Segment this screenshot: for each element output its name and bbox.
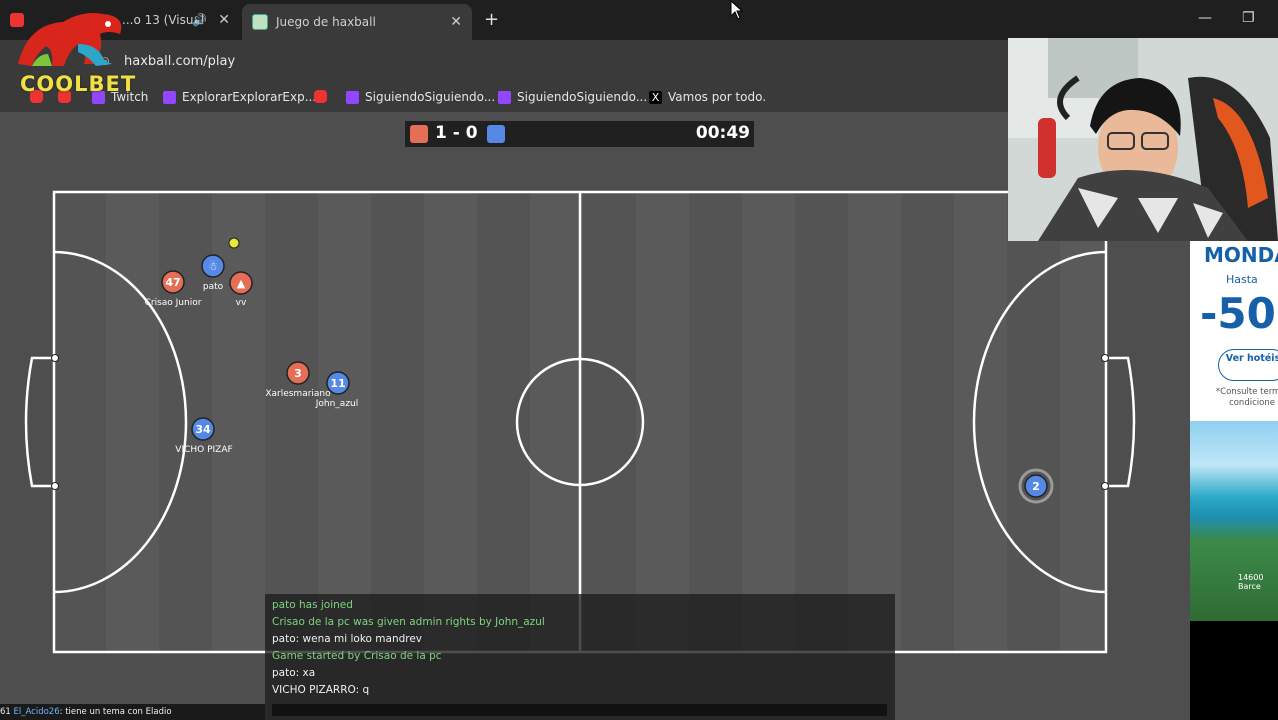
restore-button[interactable]: ❐ bbox=[1242, 10, 1255, 26]
beach-photo bbox=[1190, 421, 1278, 621]
goal-post bbox=[51, 354, 59, 362]
ver-hoteis-button[interactable]: Ver hotéis bbox=[1218, 349, 1278, 381]
chat-message: Crisao de la pc was given admin rights b… bbox=[272, 616, 545, 628]
player-number: 2 bbox=[1032, 480, 1040, 493]
red-team-swatch bbox=[410, 125, 428, 143]
scoreboard: 1 - 0 00:49 bbox=[405, 121, 754, 147]
player-name: Crisao Junior bbox=[145, 298, 202, 308]
player-name: Xarlesmariano bbox=[265, 389, 331, 399]
hotel-advertisement[interactable]: MONDA Hasta -50 Ver hotéis *Consulte ter… bbox=[1190, 241, 1278, 621]
match-timer: 00:49 bbox=[695, 123, 750, 143]
blue-team-swatch bbox=[487, 125, 505, 143]
player-number: 47 bbox=[165, 276, 180, 289]
goal-post bbox=[1101, 354, 1109, 362]
chat-input[interactable] bbox=[272, 704, 887, 716]
ad-city: 14600 Barce bbox=[1238, 573, 1264, 591]
chat-panel: pato has joined Crisao de la pc was give… bbox=[265, 594, 895, 720]
webcam-feed bbox=[1008, 38, 1278, 241]
black-region bbox=[1190, 621, 1278, 720]
chat-message: Game started by Crisao de la pc bbox=[272, 650, 442, 662]
player-blue-2: 2 bbox=[1018, 468, 1054, 504]
score: 1 - 0 bbox=[435, 123, 478, 143]
player-name: John_azul bbox=[315, 399, 359, 409]
ticker-user: El_Acido26 bbox=[13, 707, 60, 717]
ticker-text: : tiene un tema con Eladio bbox=[59, 707, 172, 717]
player-number: 11 bbox=[330, 377, 345, 390]
chat-message: pato: wena mi loko mandrev bbox=[272, 633, 423, 645]
minimize-button[interactable]: — bbox=[1198, 10, 1212, 26]
chat-message: pato: xa bbox=[272, 667, 316, 679]
player-name: pato bbox=[203, 282, 224, 292]
chat-message: pato has joined bbox=[272, 599, 353, 611]
player-number: 34 bbox=[195, 423, 211, 436]
player-blue-pato: ☃ pato bbox=[201, 254, 225, 292]
emoji-avatar-icon: ☃ bbox=[208, 260, 218, 273]
ad-conditions: *Consulte term y condicione bbox=[1215, 387, 1278, 408]
mouse-cursor-icon bbox=[730, 0, 744, 20]
ticker-count: 61 bbox=[0, 707, 11, 717]
stream-ticker: 61 El_Acido26: tiene un tema con Eladio bbox=[0, 704, 265, 720]
player-name: VICHO PIZAF bbox=[175, 445, 232, 455]
ball bbox=[228, 237, 240, 249]
player-number: 3 bbox=[294, 367, 302, 380]
player-name: vv bbox=[236, 298, 247, 308]
ad-hasta: Hasta bbox=[1226, 273, 1258, 286]
ad-discount: -50 bbox=[1200, 289, 1276, 338]
webcam-overlay bbox=[1008, 38, 1278, 241]
emoji-avatar-icon: ▲ bbox=[237, 277, 246, 290]
ad-heading: MONDA bbox=[1204, 243, 1278, 267]
chat-message: VICHO PIZARRO: q bbox=[272, 684, 370, 696]
goal-post bbox=[51, 482, 59, 490]
goal-post bbox=[1101, 482, 1109, 490]
